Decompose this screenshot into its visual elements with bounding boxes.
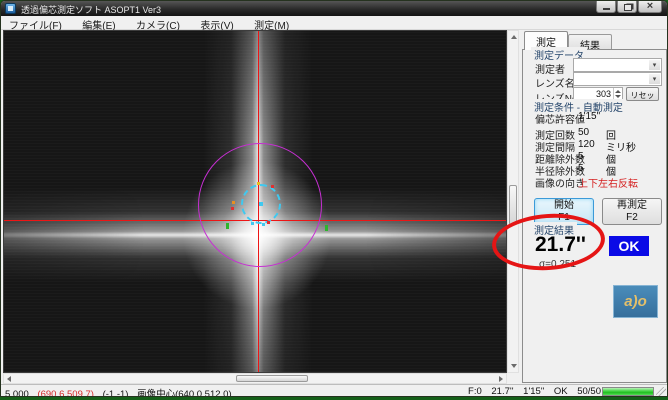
status-count: 50/50 [577,386,601,397]
resize-grip-icon[interactable] [656,387,666,396]
step-down-icon[interactable] [615,95,621,98]
status-zoom: 5.000 [5,389,29,397]
rotation-center-marker [259,202,263,206]
scroll-up-icon[interactable] [511,35,517,39]
status-tolerance: 1'15" [523,386,545,397]
horizontal-scroll-thumb[interactable] [236,375,308,382]
remeasure-button-label: 再測定 [617,200,647,211]
chevron-down-icon[interactable]: ▾ [649,74,660,84]
title-bar[interactable]: 透過偏芯測定ソフト ASOPT1 Ver3 [1,1,667,16]
lens-name-label: レンズ名 [535,79,575,90]
status-judgement: OK [553,386,568,397]
window-title: 透過偏芯測定ソフト ASOPT1 Ver3 [21,5,162,15]
operator-combobox[interactable]: ▾ [573,58,662,72]
orientation-value: 上下左右反転 [578,179,638,190]
remeasure-button-key: F2 [626,212,638,223]
restore-button[interactable] [617,1,637,13]
data-point-yellow [257,182,260,185]
measurement-panel: 測定 結果 測定データ 測定者 ▾ レンズ名 ▾ レンズNo. 303 リセット… [490,30,667,384]
judgement-badge: OK [609,236,649,256]
status-image-center: 画像中心(640.0,512.0) [137,389,232,397]
data-point-red [267,221,270,224]
scroll-down-icon[interactable] [511,364,517,368]
count-value: 50 [578,127,590,138]
minimize-button[interactable] [596,1,616,13]
vertical-scroll-thumb[interactable] [509,185,517,225]
camera-image[interactable] [3,30,507,373]
axis-marker-green [226,223,229,229]
tolerance-value: 1'15" [578,111,601,122]
image-viewport [3,30,519,384]
operator-label: 測定者 [535,65,565,76]
remeasure-button[interactable]: 再測定 F2 [602,198,662,225]
vertical-scrollbar[interactable] [507,30,519,373]
start-button-label: 開始 [554,200,574,211]
data-point-cyan [251,222,254,225]
measurement-progress-bar [602,387,654,396]
progress-fill [603,388,653,395]
status-result: 21.7'' [491,386,514,397]
radius-excl-value: 5 [578,163,584,174]
lens-no-value: 303 [595,89,611,99]
status-bar: 5.000 (690.6,509.7) (-1,-1) 画像中心(640.0,5… [1,384,667,397]
menu-bar: ファイル(F) 編集(E) カメラ(C) 表示(V) 測定(M) [1,16,667,32]
chevron-down-icon[interactable]: ▾ [649,60,660,70]
status-grid-position: (-1,-1) [102,389,129,397]
axis-marker-green [325,225,328,231]
close-button[interactable] [638,1,662,13]
status-frame: F:0 [468,386,482,397]
distance-excl-value: 5 [578,151,584,162]
horizontal-scrollbar[interactable] [3,373,507,384]
company-logo: a)o [613,285,658,318]
scrollbar-corner [507,373,519,384]
interval-value: 120 [578,139,595,150]
app-icon [5,3,16,14]
status-cursor-position: (690.6,509.7) [37,389,94,397]
scroll-right-icon[interactable] [499,376,503,382]
desktop-background: 透過偏芯測定ソフト ASOPT1 Ver3 ファイル(F) 編集(E) カメラ(… [0,0,668,400]
data-point-red [231,207,234,210]
lens-name-combobox[interactable]: ▾ [573,72,662,86]
app-window: 透過偏芯測定ソフト ASOPT1 Ver3 ファイル(F) 編集(E) カメラ(… [0,0,668,397]
data-point-cyan [262,223,265,226]
data-point-red [271,185,274,188]
data-point-orange [232,201,235,204]
scroll-left-icon[interactable] [7,376,11,382]
step-up-icon[interactable] [615,90,621,93]
reset-button[interactable]: リセット [626,87,659,101]
